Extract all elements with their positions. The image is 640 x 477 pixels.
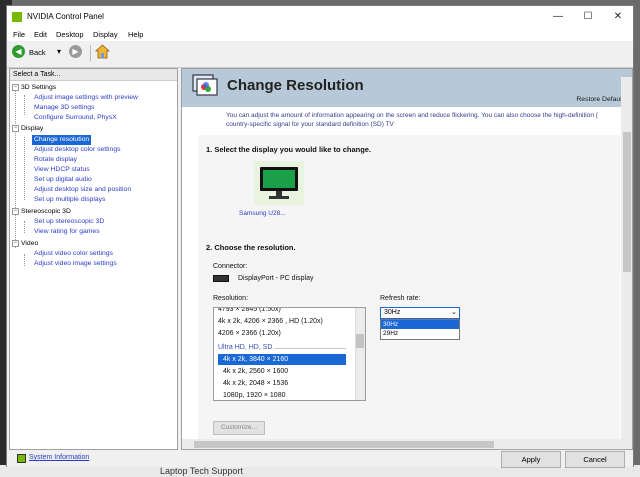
connector-value: DisplayPort - PC display (238, 275, 314, 282)
resolution-label: Resolution: (213, 295, 249, 302)
tree-item-adjust-desktop-color[interactable]: Adjust desktop color settings (34, 145, 121, 155)
tree-item-manage-3d-settings[interactable]: Manage 3D settings (34, 103, 94, 113)
connector-label: Connector: (213, 263, 248, 270)
content-vertical-scrollbar[interactable] (621, 77, 632, 449)
tree-category-3d-settings[interactable]: −3D Settings (12, 83, 56, 93)
tree-item-set-up-stereoscopic[interactable]: Set up stereoscopic 3D (34, 217, 104, 227)
display-settings-icon (192, 74, 218, 96)
list-item[interactable]: 4206 × 2366 (1.20x) (218, 328, 281, 339)
back-dropdown-arrow[interactable]: ▾ (57, 47, 61, 56)
home-icon[interactable] (95, 44, 110, 59)
refresh-option-29hz[interactable]: 29Hz (381, 329, 459, 338)
tree-item-change-resolution[interactable]: Change resolution (32, 135, 92, 145)
system-info-icon[interactable] (17, 454, 26, 463)
customize-button[interactable]: Customize... (213, 421, 265, 435)
page-title: Change Resolution (227, 77, 364, 94)
menu-display[interactable]: Display (93, 30, 118, 39)
list-group-header: Ultra HD, HD, SD (218, 344, 273, 351)
maximize-button[interactable]: ☐ (573, 10, 603, 24)
monitor-icon[interactable] (254, 161, 304, 205)
list-item[interactable]: 1080p, 1920 × 1080 (223, 390, 285, 400)
title-bar: NVIDIA Control Panel — ☐ ✕ (7, 6, 633, 28)
task-pane-header: Select a Task... (10, 69, 177, 81)
tree-item-set-up-digital-audio[interactable]: Set up digital audio (34, 175, 92, 185)
forward-arrow-icon[interactable]: ▶ (69, 45, 82, 58)
refresh-rate-dropdown[interactable]: 30Hz 29Hz (380, 319, 460, 340)
refresh-option-30hz[interactable]: 30Hz (381, 320, 459, 329)
tree-item-adjust-video-image[interactable]: Adjust video image settings (34, 259, 117, 269)
content-pane: Change Resolution Restore Defaults You c… (181, 68, 633, 450)
minimize-button[interactable]: — (543, 10, 573, 24)
tree-item-adjust-video-color[interactable]: Adjust video color settings (34, 249, 113, 259)
list-item[interactable]: 4k x 2k, 2560 × 1600 (223, 366, 288, 377)
page-banner: Change Resolution Restore Defaults (182, 69, 632, 107)
window-title: NVIDIA Control Panel (27, 12, 104, 21)
refresh-rate-select[interactable]: 30Hz ⌄ (380, 307, 460, 319)
close-button[interactable]: ✕ (603, 10, 633, 24)
system-information-link[interactable]: System Information (29, 454, 89, 461)
content-horizontal-scrollbar[interactable] (182, 439, 621, 449)
displayport-connector-icon (213, 275, 229, 282)
tree-category-video[interactable]: − Video (12, 239, 38, 249)
menu-edit[interactable]: Edit (34, 30, 47, 39)
back-button[interactable]: Back (29, 48, 46, 57)
step2-heading: 2. Choose the resolution. (206, 243, 296, 252)
tree-category-display[interactable]: − Display (12, 124, 43, 134)
list-item-selected[interactable]: 4k x 2k, 3840 × 2160 (218, 354, 346, 365)
tree-item-view-hdcp-status[interactable]: View HDCP status (34, 165, 90, 175)
toolbar-separator (90, 45, 91, 61)
apply-button[interactable]: Apply (501, 451, 561, 468)
settings-area: 1. Select the display you would like to … (198, 135, 620, 449)
step1-heading: 1. Select the display you would like to … (206, 145, 372, 154)
list-item[interactable]: 4k x 2k, 2048 × 1536 (223, 378, 288, 389)
restore-defaults-link[interactable]: Restore Defaults (576, 96, 627, 103)
status-bar: System Information Apply Cancel (7, 450, 633, 468)
nvidia-logo-icon (12, 12, 22, 22)
tree-item-adjust-image-settings[interactable]: Adjust image settings with preview (34, 93, 138, 103)
menu-bar: File Edit Desktop Display Help (7, 28, 633, 41)
background-text: Laptop Tech Support (160, 466, 243, 476)
page-description: You can adjust the amount of information… (226, 112, 598, 128)
nvidia-control-panel-window: NVIDIA Control Panel — ☐ ✕ File Edit Des… (6, 5, 634, 468)
menu-desktop[interactable]: Desktop (56, 30, 84, 39)
tree-item-rotate-display[interactable]: Rotate display (34, 155, 77, 165)
resolution-list-scrollbar[interactable] (355, 308, 365, 400)
menu-file[interactable]: File (13, 30, 25, 39)
refresh-rate-label: Refresh rate: (380, 295, 421, 302)
tree-item-adjust-desktop-size[interactable]: Adjust desktop size and position (34, 185, 131, 195)
chevron-down-icon: ⌄ (451, 309, 457, 316)
tree-item-set-up-multiple-displays[interactable]: Set up multiple displays (34, 195, 105, 205)
tree-item-view-rating-for-games[interactable]: View rating for games (34, 227, 100, 237)
menu-help[interactable]: Help (128, 30, 143, 39)
tree-item-configure-surround[interactable]: Configure Surround, PhysX (34, 113, 117, 123)
list-item[interactable]: 4793 × 2845 (1.50x) (218, 308, 281, 315)
tree-category-stereoscopic-3d[interactable]: − Stereoscopic 3D (12, 207, 71, 217)
list-item[interactable]: 4k x 2k, 4206 × 2366 , HD (1.20x) (218, 316, 323, 327)
resolution-listbox[interactable]: 4793 × 2845 (1.50x) 4k x 2k, 4206 × 2366… (213, 307, 366, 401)
display-name-label[interactable]: Samsung U28... (239, 210, 286, 217)
back-arrow-icon[interactable]: ◀ (12, 45, 25, 58)
toolbar: ◀ Back ▾ ▶ (7, 41, 633, 68)
cancel-button[interactable]: Cancel (565, 451, 625, 468)
task-pane: Select a Task... −3D Settings Adjust ima… (9, 68, 178, 450)
